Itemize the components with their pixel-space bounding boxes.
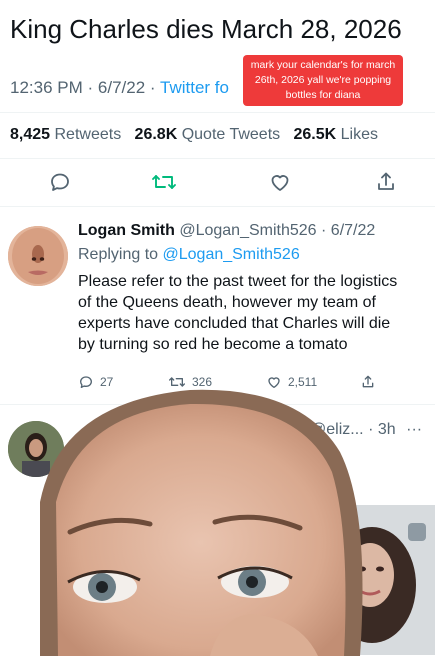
reply-date: · 6/7/22 xyxy=(321,222,376,239)
tweet-stats: 8,425 Retweets 26.8K Quote Tweets 26.5K … xyxy=(10,126,378,144)
woman-portrait-image xyxy=(300,505,435,655)
tiktok-caption-sticker: mark your calendar's for march 26th, 202… xyxy=(243,55,403,106)
replying-to-handle-link[interactable]: @Logan_Smith526 xyxy=(163,246,300,263)
like-icon xyxy=(271,175,289,191)
retweets-stat[interactable]: 8,425 Retweets xyxy=(10,126,121,143)
tweet-meta: 12:36 PM · 6/7/22 · Twitter fo xyxy=(10,78,229,98)
reply-author-name[interactable]: Logan Smith xyxy=(78,222,175,239)
more-icon[interactable]: ··· xyxy=(406,421,422,438)
third-tweet-header: nager @eliz... · 3h ··· xyxy=(262,421,422,439)
tweet-text: King Charles dies March 28, 2026 xyxy=(10,14,402,44)
tweet-action-bar xyxy=(0,168,435,202)
quote-tweets-stat[interactable]: 26.8K Quote Tweets xyxy=(135,126,281,143)
reply-tweet[interactable]: Logan Smith @Logan_Smith526 · 6/7/22 Rep… xyxy=(0,208,435,403)
third-tweet-link[interactable]: 26 xyxy=(278,445,296,463)
divider xyxy=(0,206,435,207)
likes-stat[interactable]: 26.5K Likes xyxy=(293,126,378,143)
retweet-button[interactable] xyxy=(150,168,178,196)
meta-separator: · xyxy=(149,78,156,97)
divider xyxy=(0,112,435,113)
replying-to: Replying to @Logan_Smith526 xyxy=(78,246,300,263)
tweet-time: 12:36 PM xyxy=(10,78,83,97)
like-button[interactable] xyxy=(266,168,294,196)
tweet-date[interactable]: 6/7/22 xyxy=(98,78,145,97)
share-icon xyxy=(362,375,374,388)
retweet-icon xyxy=(152,175,176,189)
reply-header: Logan Smith @Logan_Smith526 · 6/7/22 xyxy=(78,222,375,240)
avatar-face-image xyxy=(8,226,68,286)
reply-action-bar: 27 326 2,511 xyxy=(78,374,398,394)
reply-share-button[interactable] xyxy=(360,374,376,390)
share-icon xyxy=(378,172,394,190)
reply-icon xyxy=(51,173,69,191)
third-tweet-text: FINE xyxy=(298,479,335,496)
like-count: 2,511 xyxy=(288,375,318,389)
meta-separator: · xyxy=(87,78,94,97)
third-tweet-author[interactable]: nager xyxy=(262,421,306,438)
reply-reply-button[interactable]: 27 xyxy=(78,374,113,390)
tweet-source-link[interactable]: Twitter fo xyxy=(160,78,229,97)
avatar[interactable] xyxy=(8,421,64,477)
divider xyxy=(0,158,435,159)
third-tweet[interactable]: nager @eliz... · 3h ··· 26 FINE xyxy=(0,405,435,656)
third-tweet-handle[interactable]: @eliz... xyxy=(310,421,364,438)
share-button[interactable] xyxy=(372,168,400,196)
third-tweet-date: · 3h xyxy=(368,421,396,438)
reply-button[interactable] xyxy=(46,168,74,196)
reply-icon xyxy=(80,376,92,388)
retweet-icon xyxy=(169,377,185,387)
reply-like-button[interactable]: 2,511 xyxy=(266,374,317,390)
reply-retweet-button[interactable]: 326 xyxy=(168,374,212,390)
third-tweet-image[interactable] xyxy=(300,505,435,655)
avatar[interactable] xyxy=(8,226,68,286)
reply-body: Please refer to the past tweet for the l… xyxy=(78,273,398,353)
avatar-photo xyxy=(8,421,64,477)
reply-count: 27 xyxy=(100,375,114,389)
reply-author-handle[interactable]: @Logan_Smith526 xyxy=(179,222,316,239)
retweet-count: 326 xyxy=(192,375,213,389)
like-icon xyxy=(268,377,280,388)
